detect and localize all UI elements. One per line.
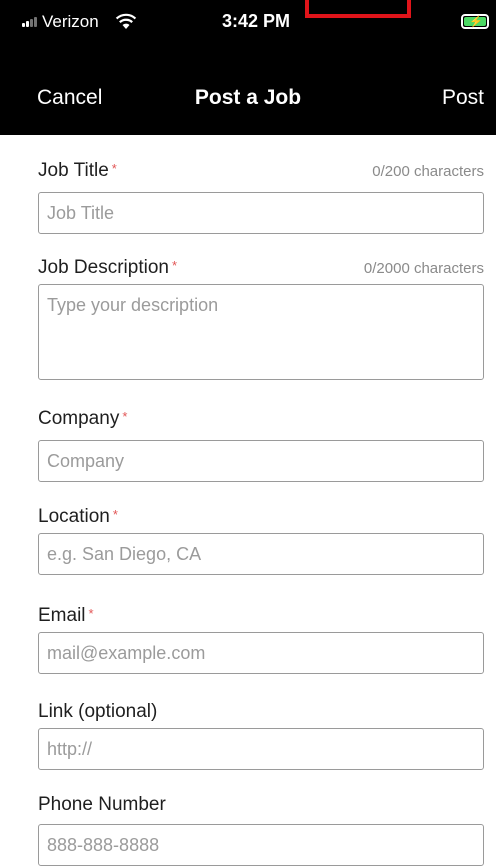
job-title-input[interactable] [38, 192, 484, 234]
required-marker: * [112, 507, 118, 522]
phone-label: Phone Number [38, 794, 166, 815]
required-marker: * [88, 606, 94, 621]
company-label: Company [38, 408, 120, 429]
highlight-box [305, 0, 411, 18]
email-field: Email * [38, 605, 484, 674]
location-field: Location * [38, 506, 484, 575]
email-label: Email [38, 605, 86, 626]
page-title: Post a Job [194, 86, 302, 109]
company-input[interactable] [38, 440, 484, 482]
job-title-label: Job Title [38, 160, 109, 181]
email-input[interactable] [38, 632, 484, 674]
link-label: Link (optional) [38, 701, 158, 722]
wifi-icon [115, 13, 137, 29]
signal-strength-icon [22, 17, 38, 27]
job-title-counter: 0/200 characters [372, 163, 484, 180]
required-marker: * [171, 258, 178, 273]
phone-input[interactable] [38, 824, 484, 866]
post-button[interactable]: Post [442, 86, 484, 110]
company-field: Company * [38, 408, 484, 482]
job-description-label: Job Description [38, 257, 169, 278]
battery-icon: ⚡ [461, 14, 489, 29]
carrier-name: Verizon [42, 12, 99, 31]
job-title-field: Job Title * 0/200 characters [38, 160, 484, 234]
location-label: Location [38, 506, 110, 527]
location-input[interactable] [38, 533, 484, 575]
link-field: Link (optional) [38, 701, 484, 770]
status-bar: Verizon 3:42 PM ⚡ [0, 0, 496, 40]
job-description-field: Job Description * 0/2000 characters [38, 257, 484, 380]
required-marker: * [111, 161, 117, 176]
job-description-input[interactable] [38, 284, 484, 380]
required-marker: * [122, 409, 128, 424]
link-input[interactable] [38, 728, 484, 770]
phone-field: Phone Number [38, 794, 484, 866]
status-time: 3:42 PM [222, 11, 291, 31]
job-description-counter: 0/2000 characters [363, 260, 484, 277]
nav-bar: Verizon 3:42 PM ⚡ Cancel Post a Job Post [0, 0, 496, 135]
